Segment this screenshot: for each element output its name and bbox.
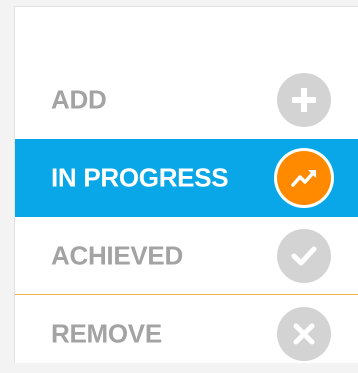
menu-item-add[interactable]: ADD <box>15 61 358 139</box>
menu-item-label: ACHIEVED <box>51 240 183 270</box>
menu-item-in-progress[interactable]: IN PROGRESS <box>15 139 358 217</box>
status-panel: ADD IN PROGRESS ACHIEVED REMOVE <box>14 6 358 363</box>
menu-item-label: IN PROGRESS <box>51 162 229 193</box>
menu-item-label: REMOVE <box>51 318 162 349</box>
plus-icon <box>277 73 331 127</box>
menu-item-label: ADD <box>51 84 107 115</box>
trending-up-icon <box>277 151 331 205</box>
checkmark-icon <box>277 228 331 283</box>
menu-item-achieved[interactable]: ACHIEVED <box>15 217 358 295</box>
x-icon <box>277 307 331 361</box>
status-menu: ADD IN PROGRESS ACHIEVED REMOVE <box>15 61 358 373</box>
menu-item-remove[interactable]: REMOVE <box>15 295 358 373</box>
